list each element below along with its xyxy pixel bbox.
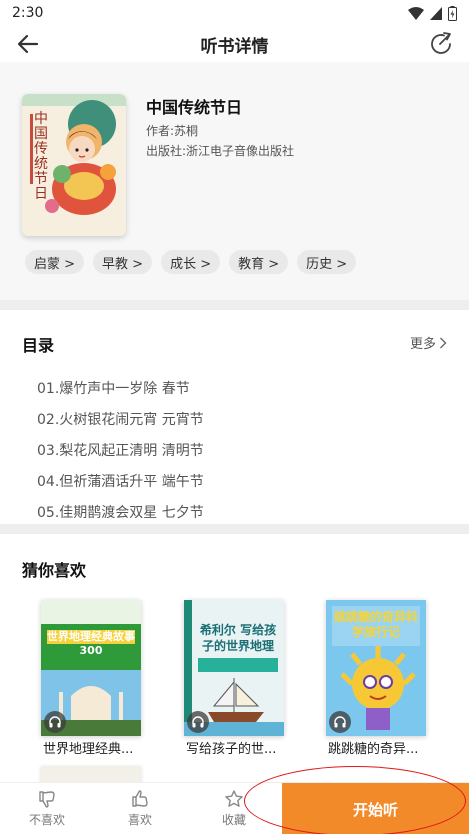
tag-chip[interactable]: 教育 >	[229, 250, 289, 274]
recommend-cover: 希利尔 写给孩子的世界地理	[184, 600, 284, 736]
status-time: 2:30	[12, 5, 44, 21]
recommend-name: 跳跳糖的奇异...	[328, 742, 419, 757]
toc-title: 目录	[22, 336, 55, 355]
tag-chip[interactable]: 成长 >	[161, 250, 221, 274]
signal-icon	[430, 6, 442, 20]
book-cover[interactable]: 中国传统节日	[22, 94, 126, 236]
wifi-icon	[408, 6, 424, 20]
thumbs-down-icon	[39, 791, 55, 808]
recommend-title: 猜你喜欢	[22, 561, 87, 580]
recommend-cover: 世界地理经典故事300	[41, 600, 141, 736]
recommend-cover-text: 跳跳糖的奇异科学旅行记	[334, 610, 419, 639]
recommend-cover-text: 世界地理经典故事300	[47, 630, 135, 657]
toc-item[interactable]: 02.火树银花闹元宵 元宵节	[37, 403, 204, 434]
tag-chip[interactable]: 历史 >	[297, 250, 357, 274]
recommend-cover: 跳跳糖的奇异科学旅行记	[326, 600, 426, 736]
section-divider	[0, 524, 469, 534]
headphones-icon	[187, 711, 209, 733]
toc-item[interactable]: 03.梨花风起正清明 清明节	[37, 434, 204, 465]
toc-item[interactable]: 04.但祈蒲酒话升平 端午节	[37, 466, 204, 497]
recommend-cover-text: 希利尔 写给孩子的世界地理	[199, 623, 277, 653]
favorite-button[interactable]: 收藏	[204, 789, 264, 828]
chevron-right-icon	[440, 337, 447, 348]
like-label: 喜欢	[127, 813, 152, 827]
share-icon[interactable]	[427, 30, 455, 58]
status-icons	[408, 5, 457, 21]
start-listening-label: 开始听	[352, 800, 398, 819]
thumbs-up-icon	[132, 790, 148, 807]
tag-chip[interactable]: 启蒙 >	[25, 250, 85, 274]
book-header: 中国传统节日 中国传统节日 作者:苏桐 出版社:浙江电子音像出版社 启蒙 > 早…	[0, 62, 469, 300]
section-divider	[0, 300, 469, 310]
book-cover-title-text: 中国传统节日	[34, 111, 48, 202]
toc-more-link[interactable]: 更多	[410, 333, 447, 352]
tag-list: 启蒙 > 早教 > 成长 > 教育 > 历史 >	[25, 250, 357, 274]
favorite-label: 收藏	[221, 813, 246, 827]
back-arrow-icon[interactable]	[14, 30, 42, 58]
dislike-label: 不喜欢	[28, 813, 65, 827]
recommend-name: 世界地理经典...	[43, 742, 134, 757]
star-icon	[225, 790, 243, 807]
tag-chip[interactable]: 早教 >	[93, 250, 153, 274]
recommend-name: 写给孩子的世...	[186, 742, 277, 757]
book-title: 中国传统节日	[146, 98, 243, 117]
start-listening-button[interactable]: 开始听	[282, 783, 469, 834]
headphones-icon	[329, 711, 351, 733]
book-author: 作者:苏桐	[146, 124, 199, 138]
toc-more-label: 更多	[409, 337, 436, 352]
battery-icon	[448, 5, 457, 21]
headphones-icon	[44, 711, 66, 733]
toc-item[interactable]: 01.爆竹声中一岁除 春节	[37, 372, 204, 403]
top-nav-bar: 听书详情	[0, 26, 469, 62]
page-title: 听书详情	[200, 36, 269, 57]
toc-list: 01.爆竹声中一岁除 春节 02.火树银花闹元宵 元宵节 03.梨花风起正清明 …	[37, 372, 204, 528]
bottom-action-bar: 不喜欢 喜欢 收藏 开始听	[0, 782, 469, 834]
book-publisher: 出版社:浙江电子音像出版社	[146, 144, 295, 158]
status-bar: 2:30	[0, 0, 469, 26]
dislike-button[interactable]: 不喜欢	[17, 789, 77, 828]
like-button[interactable]: 喜欢	[110, 789, 170, 828]
